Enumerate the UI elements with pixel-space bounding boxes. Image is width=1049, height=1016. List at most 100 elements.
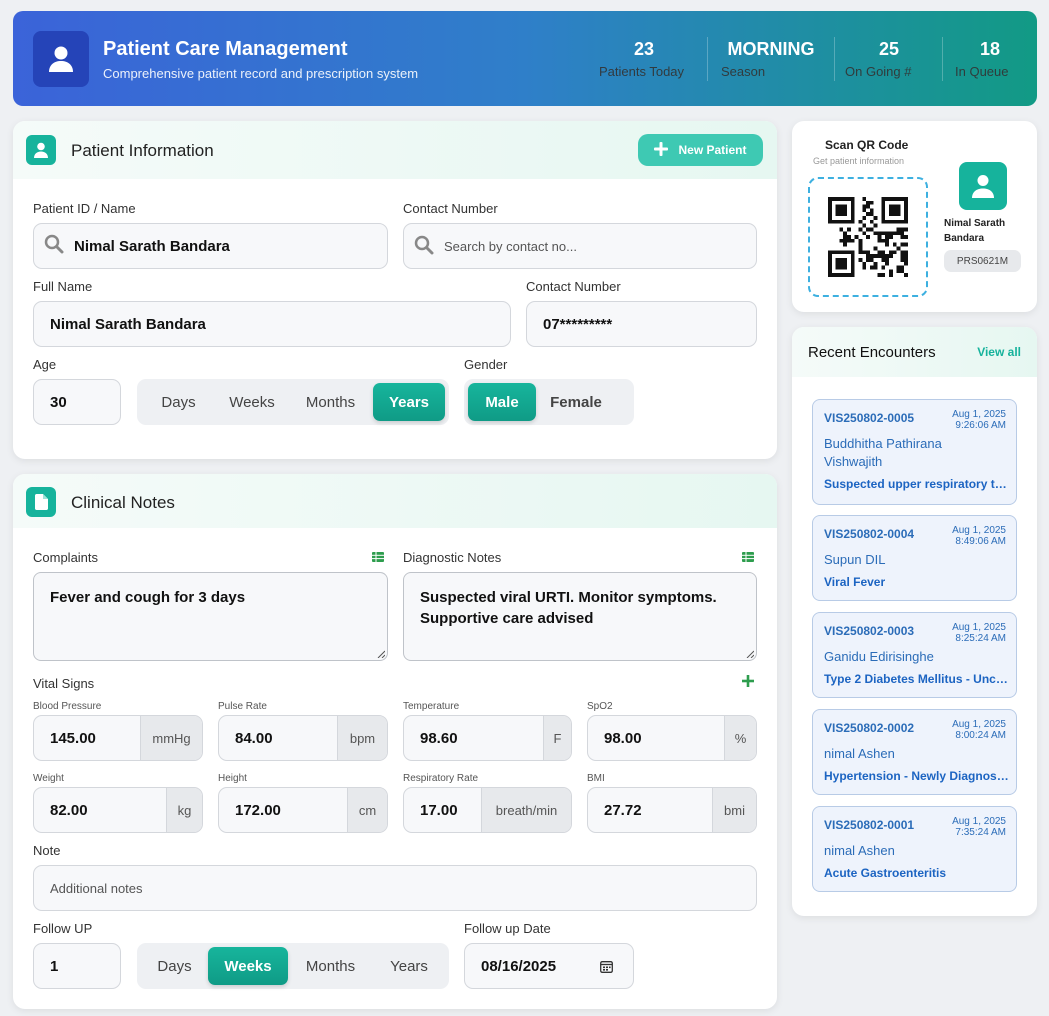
- user-icon: [972, 175, 994, 198]
- contact-number-label: Contact Number: [526, 279, 621, 294]
- resize-handle-icon[interactable]: [377, 650, 385, 658]
- gender-female[interactable]: Female: [536, 383, 616, 421]
- age-unit-weeks[interactable]: Weeks: [216, 383, 288, 421]
- weight-input[interactable]: 82.00 kg: [33, 787, 203, 833]
- patient-id-label: Patient ID / Name: [33, 201, 136, 216]
- card-header: Patient Information New Patient: [13, 121, 777, 179]
- stat-divider: [834, 37, 835, 81]
- patient-avatar: [959, 162, 1007, 210]
- vital-unit: bmi: [712, 788, 756, 832]
- age-label: Age: [33, 357, 57, 372]
- vital-label: Temperature: [403, 701, 460, 712]
- vital-signs-label: Vital Signs: [33, 676, 95, 691]
- vital-unit: mmHg: [140, 716, 202, 760]
- diagnostic-notes-label: Diagnostic Notes: [403, 550, 502, 565]
- encounter-item[interactable]: VIS250802-0001 Aug 1, 2025 7:35:24 AM nim…: [812, 806, 1017, 892]
- stat-season: MORNING Season: [721, 39, 815, 79]
- bmi-input[interactable]: 27.72 bmi: [587, 787, 757, 833]
- complaints-label: Complaints: [33, 550, 99, 565]
- clinical-notes-card: Clinical Notes Complaints Fever and coug…: [13, 474, 777, 1009]
- vital-label: Pulse Rate: [218, 701, 267, 712]
- app-header: Patient Care Management Comprehensive pa…: [13, 11, 1037, 106]
- follow-up-date-label: Follow up Date: [464, 921, 551, 936]
- qr-code[interactable]: [808, 177, 928, 297]
- vital-unit: F: [543, 716, 571, 760]
- age-input[interactable]: 30: [33, 379, 121, 425]
- stat-in-queue: 18 In Queue: [955, 39, 1009, 79]
- qr-title: Scan QR Code: [825, 138, 909, 152]
- respiratory-rate-input[interactable]: 17.00 breath/min: [403, 787, 572, 833]
- age-unit-selector: Days Weeks Months Years: [137, 379, 449, 425]
- age-unit-months[interactable]: Months: [288, 383, 373, 421]
- spo2-input[interactable]: 98.00 %: [587, 715, 757, 761]
- follow-up-date-input[interactable]: 08/16/2025: [464, 943, 634, 989]
- qr-code-card: Scan QR Code Get patient information Nim…: [792, 121, 1037, 312]
- temperature-input[interactable]: 98.60 F: [403, 715, 572, 761]
- encounter-item[interactable]: VIS250802-0005 Aug 1, 2025 9:26:06 AM Bud…: [812, 399, 1017, 505]
- qr-patient-name: Nimal Sarath Bandara: [944, 218, 1006, 244]
- vital-unit: bpm: [337, 716, 387, 760]
- contact-search-input[interactable]: Search by contact no...: [403, 223, 757, 269]
- vital-label: Blood Pressure: [33, 701, 102, 712]
- encounter-item[interactable]: VIS250802-0003 Aug 1, 2025 8:25:24 AM Gan…: [812, 612, 1017, 698]
- complaints-textarea[interactable]: Fever and cough for 3 days: [33, 572, 388, 661]
- follow-up-unit-weeks[interactable]: Weeks: [208, 947, 288, 985]
- patient-id-input[interactable]: Nimal Sarath Bandara: [33, 223, 388, 269]
- stat-divider: [942, 37, 943, 81]
- card-title: Patient Information: [71, 141, 214, 160]
- vital-label: BMI: [587, 773, 605, 784]
- card-title: Recent Encounters: [808, 344, 936, 361]
- contact-number-input[interactable]: 07*********: [526, 301, 757, 347]
- stat-divider: [707, 37, 708, 81]
- encounter-item[interactable]: VIS250802-0004 Aug 1, 2025 8:49:06 AM Sup…: [812, 515, 1017, 601]
- user-icon: [26, 135, 56, 165]
- vital-label: Weight: [33, 773, 64, 784]
- diagnostic-notes-textarea[interactable]: Suspected viral URTI. Monitor symptoms. …: [403, 572, 757, 661]
- document-icon: [26, 487, 56, 517]
- note-input[interactable]: Additional notes: [33, 865, 757, 911]
- qr-subtitle: Get patient information: [813, 156, 905, 166]
- follow-up-unit-years[interactable]: Years: [373, 947, 445, 985]
- gender-label: Gender: [464, 357, 508, 372]
- vital-unit: breath/min: [481, 788, 571, 832]
- follow-up-unit-months[interactable]: Months: [288, 947, 373, 985]
- vital-label: Respiratory Rate: [403, 773, 479, 784]
- app-subtitle: Comprehensive patient record and prescri…: [103, 66, 419, 81]
- encounter-item[interactable]: VIS250802-0002 Aug 1, 2025 8:00:24 AM nim…: [812, 709, 1017, 795]
- full-name-label: Full Name: [33, 279, 93, 294]
- vital-unit: kg: [166, 788, 202, 832]
- height-input[interactable]: 172.00 cm: [218, 787, 388, 833]
- table-icon[interactable]: [742, 549, 754, 562]
- app-title: Patient Care Management: [103, 38, 348, 60]
- vital-unit: cm: [347, 788, 387, 832]
- blood-pressure-input[interactable]: 145.00 mmHg: [33, 715, 203, 761]
- gender-selector: Male Female: [464, 379, 634, 425]
- follow-up-label: Follow UP: [33, 921, 93, 936]
- pulse-rate-input[interactable]: 84.00 bpm: [218, 715, 388, 761]
- qr-code-icon: [828, 197, 908, 277]
- follow-up-input[interactable]: 1: [33, 943, 121, 989]
- contact-search-label: Contact Number: [403, 201, 498, 216]
- vital-label: SpO2: [587, 701, 613, 712]
- user-icon: [33, 31, 89, 87]
- note-label: Note: [33, 843, 61, 858]
- resize-handle-icon[interactable]: [746, 650, 754, 658]
- card-header: Clinical Notes: [13, 474, 777, 528]
- age-unit-days[interactable]: Days: [141, 383, 216, 421]
- follow-up-unit-selector: Days Weeks Months Years: [137, 943, 449, 989]
- search-icon: [414, 235, 434, 258]
- follow-up-unit-days[interactable]: Days: [141, 947, 208, 985]
- patient-information-card: Patient Information New Patient Patient …: [13, 121, 777, 459]
- view-all-link[interactable]: View all: [977, 345, 1021, 359]
- calendar-icon[interactable]: [600, 960, 613, 977]
- new-patient-button[interactable]: New Patient: [638, 134, 763, 166]
- age-unit-years[interactable]: Years: [373, 383, 445, 421]
- gender-male[interactable]: Male: [468, 383, 536, 421]
- add-vital-icon[interactable]: [742, 674, 754, 692]
- table-icon[interactable]: [372, 549, 384, 562]
- plus-icon: [654, 141, 669, 159]
- stat-on-going: 25 On Going #: [845, 39, 912, 79]
- stat-patients-today: 23 Patients Today: [599, 39, 685, 79]
- full-name-input[interactable]: Nimal Sarath Bandara: [33, 301, 511, 347]
- card-title: Clinical Notes: [71, 493, 175, 512]
